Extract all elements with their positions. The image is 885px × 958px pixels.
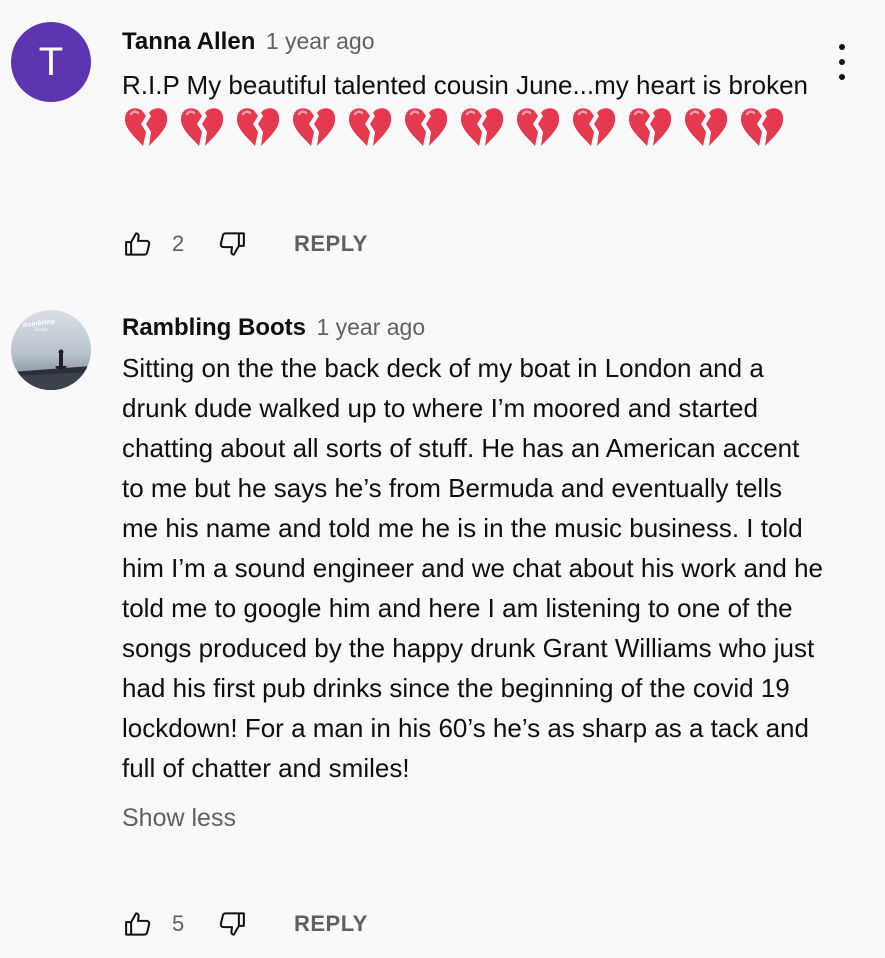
avatar[interactable]: T (11, 22, 91, 102)
comment-thread: T Tanna Allen 1 year ago R.I.P My beauti… (0, 0, 885, 290)
broken-heart-icon (234, 105, 282, 147)
reply-button[interactable]: REPLY (294, 227, 368, 261)
broken-heart-icon (122, 105, 170, 147)
comment-text: Sitting on the the back deck of my boat … (122, 353, 823, 783)
comment-actions: 5 REPLY (122, 904, 368, 944)
like-button[interactable] (122, 908, 154, 940)
thumbs-up-icon (125, 232, 151, 256)
show-less-button[interactable]: Show less (122, 798, 236, 838)
broken-heart-icon (178, 105, 226, 147)
thumbs-down-icon (219, 232, 245, 256)
broken-heart-icon (570, 105, 618, 147)
comment-thread: Rambling Boots Rambling Boots 1 year ago… (0, 290, 885, 958)
like-count: 2 (172, 231, 185, 256)
more-actions-button[interactable] (828, 40, 856, 84)
dislike-button[interactable] (216, 908, 248, 940)
broken-heart-icon (458, 105, 506, 147)
svg-text:Boots: Boots (34, 327, 49, 333)
avatar-letter: T (38, 40, 64, 84)
menu-dot (839, 74, 845, 80)
comment-text-content: R.I.P My beautiful talented cousin June.… (122, 70, 808, 100)
author-name[interactable]: Rambling Boots (122, 314, 306, 341)
comment-body: Rambling Boots 1 year ago Sitting on the… (122, 310, 825, 838)
avatar-image: Rambling Boots (11, 310, 91, 390)
comment-body: Tanna Allen 1 year ago R.I.P My beautifu… (122, 24, 825, 147)
menu-dot (839, 59, 845, 65)
menu-dot (839, 44, 845, 50)
thumbs-up-icon (125, 912, 151, 936)
comment-text: R.I.P My beautiful talented cousin June.… (122, 65, 825, 147)
comment-actions: 2 REPLY (122, 224, 368, 264)
thumbs-down-icon (219, 912, 245, 936)
reply-button[interactable]: REPLY (294, 907, 368, 941)
broken-heart-icon (346, 105, 394, 147)
dislike-button[interactable] (216, 228, 248, 260)
comment-header: Tanna Allen 1 year ago (122, 24, 825, 58)
avatar[interactable]: Rambling Boots (11, 310, 91, 390)
broken-heart-icon (402, 105, 450, 147)
author-name[interactable]: Tanna Allen (122, 28, 255, 55)
comment-header: Rambling Boots 1 year ago (122, 310, 825, 344)
broken-heart-icon (626, 105, 674, 147)
broken-heart-icon (514, 105, 562, 147)
broken-heart-icon (738, 105, 786, 147)
like-count: 5 (172, 911, 185, 936)
broken-heart-icon (682, 105, 730, 147)
broken-heart-icon (290, 105, 338, 147)
comment-timestamp[interactable]: 1 year ago (316, 314, 425, 340)
like-button[interactable] (122, 228, 154, 260)
emoji-group (122, 108, 794, 147)
comment-timestamp[interactable]: 1 year ago (266, 28, 375, 54)
